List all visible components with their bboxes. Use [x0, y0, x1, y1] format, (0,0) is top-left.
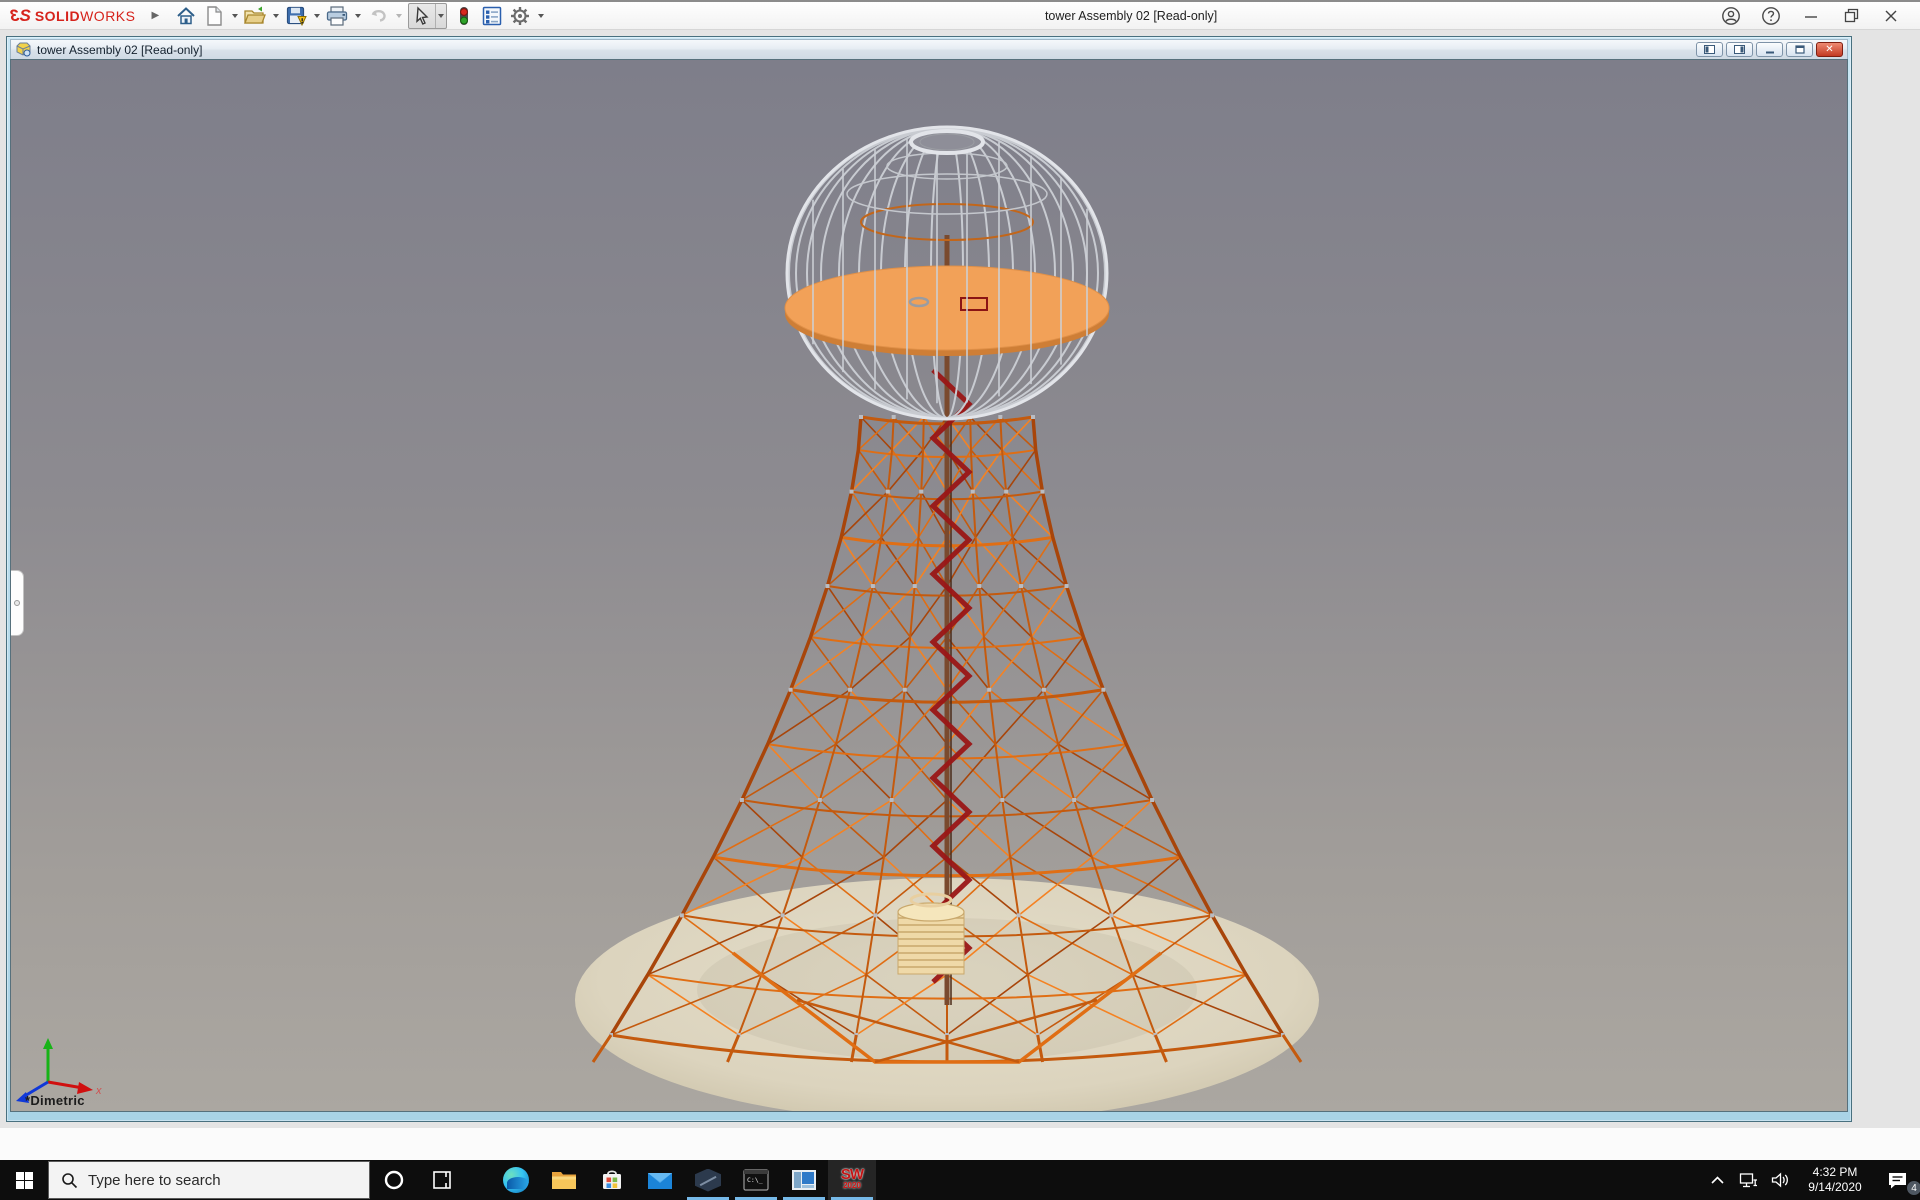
options-gear-button[interactable] — [507, 3, 533, 29]
safety-light-icon[interactable] — [451, 3, 477, 29]
hex-app-icon — [695, 1169, 721, 1192]
cortana-button[interactable] — [370, 1160, 418, 1200]
taskbar-app-hex[interactable] — [684, 1160, 732, 1200]
home-button[interactable] — [173, 3, 199, 29]
doc-minimize-button[interactable] — [1756, 42, 1783, 57]
close-button[interactable] — [1876, 3, 1906, 29]
taskbar-app-edge[interactable] — [492, 1160, 540, 1200]
undo-dropdown[interactable] — [393, 3, 404, 29]
undo-button[interactable] — [365, 3, 391, 29]
new-document-button[interactable] — [201, 3, 227, 29]
svg-text:x: x — [95, 1085, 102, 1097]
featuremanager-collapsed-tab[interactable] — [11, 570, 24, 636]
clock-date: 9/14/2020 — [1796, 1180, 1874, 1195]
ds-logo-mark: 3S — [10, 6, 31, 26]
doc-close-button[interactable]: ✕ — [1816, 42, 1843, 57]
toggle-right-pane-button[interactable] — [1726, 42, 1753, 57]
evaluate-list-icon[interactable] — [479, 3, 505, 29]
print-dropdown[interactable] — [352, 3, 363, 29]
account-icon[interactable] — [1716, 3, 1746, 29]
open-dropdown[interactable] — [270, 3, 281, 29]
document-window: tower Assembly 02 [Read-only] ✕ x *Dimet… — [6, 36, 1852, 1122]
document-titlebar[interactable]: tower Assembly 02 [Read-only] ✕ — [10, 39, 1848, 59]
notification-badge: 4 — [1906, 1180, 1920, 1196]
taskbar-app-terminal[interactable]: C:\_ — [732, 1160, 780, 1200]
taskbar-app-window[interactable] — [780, 1160, 828, 1200]
help-icon[interactable] — [1756, 3, 1786, 29]
taskbar-app-file-explorer[interactable] — [540, 1160, 588, 1200]
print-button[interactable] — [324, 3, 350, 29]
pane-tab-dot — [14, 600, 20, 606]
doc-restore-button[interactable] — [1786, 42, 1813, 57]
restore-button[interactable] — [1836, 3, 1866, 29]
start-button[interactable] — [0, 1160, 48, 1200]
new-document-dropdown[interactable] — [229, 3, 240, 29]
app-title: tower Assembly 02 [Read-only] — [546, 9, 1716, 23]
tray-show-hidden-icons[interactable] — [1702, 1160, 1732, 1200]
minimize-button[interactable] — [1796, 3, 1826, 29]
toolbar-flyout-arrow[interactable]: ▶ — [151, 10, 159, 21]
taskbar-search[interactable] — [48, 1161, 370, 1199]
taskbar-app-solidworks[interactable]: SW 2020 — [828, 1160, 876, 1200]
tower-assembly-model: x — [11, 60, 1848, 1112]
taskbar-app-store[interactable] — [588, 1160, 636, 1200]
viewport-3d[interactable]: x *Dimetric — [10, 59, 1848, 1112]
options-dropdown[interactable] — [535, 3, 546, 29]
taskbar-clock[interactable]: 4:32 PM 9/14/2020 — [1796, 1160, 1874, 1200]
solidworks-logo: 3S SOLIDWORKS — [10, 6, 135, 26]
svg-text:C:\_: C:\_ — [747, 1176, 763, 1184]
solidworks-2020-icon: SW 2020 — [841, 1169, 863, 1191]
windows-taskbar: C:\_ SW 2020 4:32 PM 9/14/2020 — [0, 1160, 1920, 1200]
clock-time: 4:32 PM — [1796, 1165, 1874, 1180]
save-dropdown[interactable] — [311, 3, 322, 29]
open-button[interactable] — [242, 3, 268, 29]
assembly-icon — [15, 42, 32, 57]
view-orientation-label: *Dimetric — [25, 1093, 85, 1108]
save-button[interactable] — [283, 3, 309, 29]
network-icon[interactable] — [1732, 1160, 1764, 1200]
select-tool-dropdown[interactable] — [435, 4, 446, 28]
app-titlebar: 3S SOLIDWORKS ▶ — [0, 0, 1920, 30]
volume-icon[interactable] — [1764, 1160, 1796, 1200]
search-input[interactable] — [88, 1172, 338, 1189]
document-title: tower Assembly 02 [Read-only] — [37, 43, 1696, 57]
toggle-left-pane-button[interactable] — [1696, 42, 1723, 57]
app-client-strip — [0, 1128, 1920, 1160]
select-tool-pressed — [408, 3, 447, 29]
select-tool-button[interactable] — [409, 3, 435, 29]
action-center-button[interactable]: 4 — [1874, 1160, 1920, 1200]
taskbar-app-mail[interactable] — [636, 1160, 684, 1200]
search-icon — [61, 1172, 78, 1189]
task-view-button[interactable] — [418, 1160, 466, 1200]
